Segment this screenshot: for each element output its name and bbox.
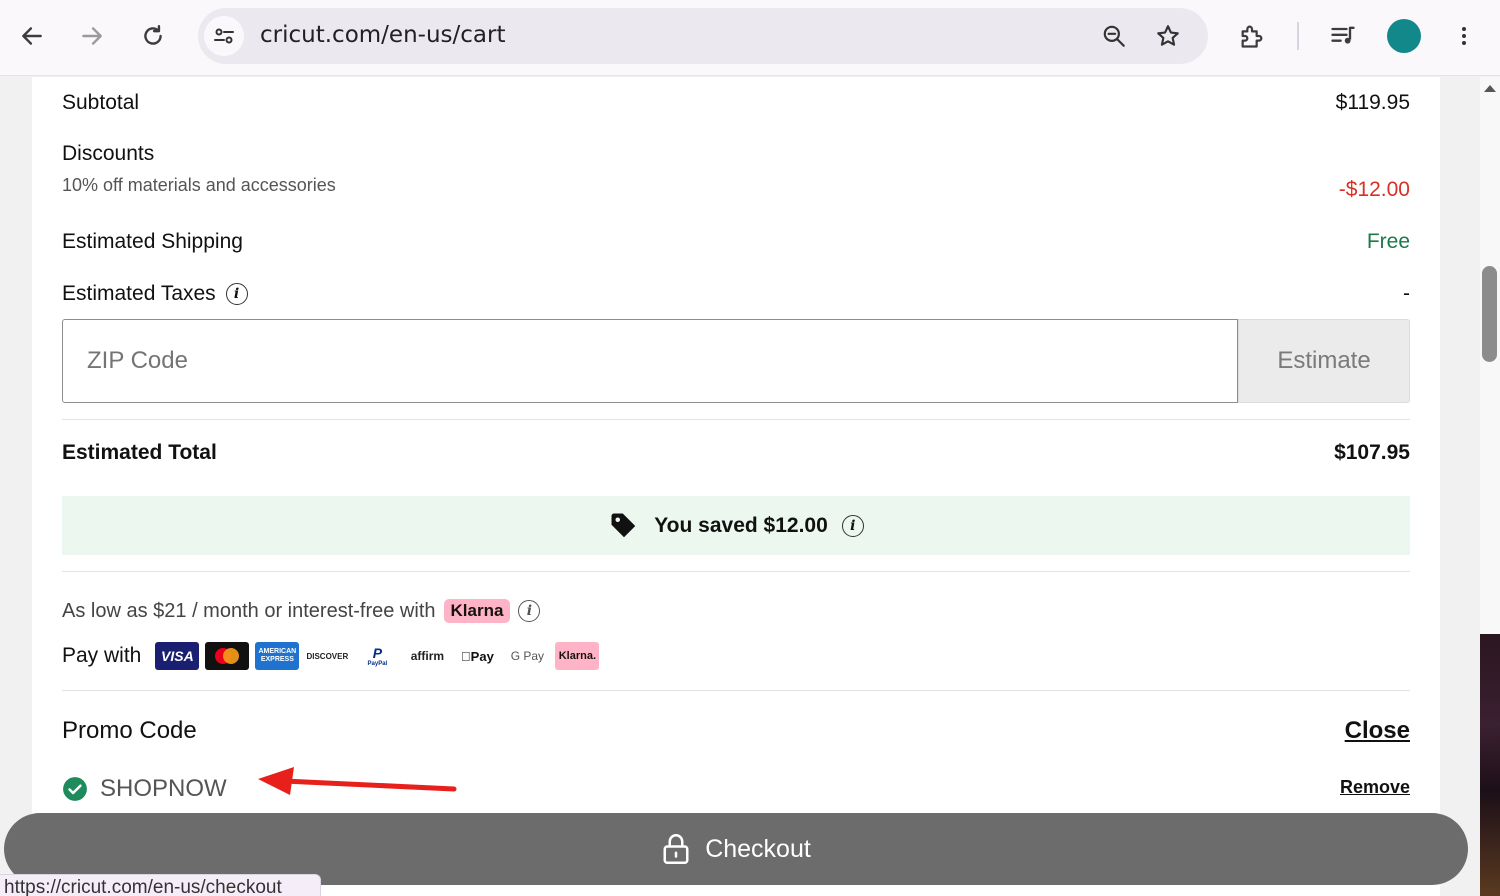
queue-music-icon (1331, 26, 1355, 44)
scroll-up-arrow-icon[interactable] (1483, 83, 1497, 93)
star-icon (1157, 25, 1179, 46)
pay-with-label: Pay with (62, 644, 142, 667)
estimate-button[interactable]: Estimate (1238, 319, 1410, 403)
promo-close-link[interactable]: Close (1345, 717, 1410, 745)
divider (62, 571, 1410, 572)
shipping-label: Estimated Shipping (62, 230, 243, 253)
shipping-value: Free (1366, 230, 1410, 253)
apple-icon:  (461, 649, 471, 664)
status-bar-url: https://cricut.com/en-us/checkout (0, 874, 321, 896)
browser-toolbar: cricut.com/en-us/cart (0, 0, 1500, 76)
address-bar[interactable]: cricut.com/en-us/cart (198, 8, 1208, 64)
site-info-button[interactable] (204, 16, 244, 56)
toolbar-divider (1297, 22, 1299, 50)
divider (62, 419, 1410, 420)
savings-text: You saved $12.00 (654, 513, 828, 537)
check-circle-icon (63, 777, 87, 801)
google-pay-logo: G Pay (505, 642, 550, 670)
browser-menu-button[interactable] (1444, 16, 1484, 56)
page-content: Subtotal $119.95 Discounts 10% off mater… (0, 77, 1480, 896)
savings-info-icon[interactable]: i (841, 514, 864, 537)
klarna-pay-logo: Klarna. (555, 642, 600, 670)
divider (62, 690, 1410, 691)
zoom-button[interactable] (1098, 20, 1130, 52)
arrow-left-icon (22, 27, 42, 45)
price-tag-icon (611, 513, 636, 537)
discover-logo: DISCOVER (305, 642, 350, 670)
annotation-arrow (258, 767, 457, 795)
mastercard-logo (205, 642, 250, 670)
checkout-label: Checkout (705, 834, 811, 863)
payment-methods-row: Pay with VISA AMERICAN EXPRESS DISCOVER … (62, 641, 600, 671)
promo-code-text: SHOPNOW (100, 775, 227, 802)
reload-button[interactable] (133, 16, 173, 56)
applied-promo: SHOPNOW (62, 775, 227, 803)
extensions-button[interactable] (1232, 16, 1272, 56)
forward-button[interactable] (72, 16, 112, 56)
more-vertical-icon (1462, 27, 1466, 45)
scrollbar-thumb[interactable] (1482, 266, 1497, 362)
zip-code-input[interactable] (62, 319, 1238, 403)
affirm-logo: affirm (405, 642, 450, 670)
total-label: Estimated Total (62, 441, 217, 464)
total-value: $107.95 (1334, 441, 1410, 464)
zoom-icon (1103, 25, 1125, 47)
reload-icon (144, 25, 162, 45)
financing-info-icon[interactable]: i (518, 600, 541, 622)
taxes-row-label: Estimated Taxes i (62, 282, 248, 306)
puzzle-icon (1241, 25, 1263, 48)
lock-icon (663, 834, 689, 864)
subtotal-value: $119.95 (1335, 91, 1410, 114)
profile-avatar[interactable] (1387, 19, 1421, 53)
url-text[interactable]: cricut.com/en-us/cart (260, 22, 505, 48)
arrow-right-icon (82, 27, 102, 45)
subtotal-label: Subtotal (62, 91, 140, 114)
amex-logo: AMERICAN EXPRESS (255, 642, 300, 670)
paypal-logo: P PayPal (355, 642, 400, 670)
bookmark-button[interactable] (1152, 20, 1184, 52)
financing-row: As low as $21 / month or interest-free w… (62, 599, 541, 623)
savings-banner: You saved $12.00 i (62, 496, 1410, 555)
mastercard-circles-icon (215, 648, 240, 664)
remove-promo-link[interactable]: Remove (1340, 777, 1410, 798)
side-image (1480, 634, 1500, 896)
discounts-label: Discounts (62, 142, 155, 165)
apple-pay-logo: Pay (455, 642, 500, 670)
tune-icon (214, 28, 234, 44)
media-controls-button[interactable] (1323, 16, 1363, 56)
visa-logo: VISA (155, 642, 200, 670)
taxes-value: - (1403, 282, 1410, 305)
discounts-detail: 10% off materials and accessories (62, 175, 336, 195)
info-icon[interactable]: i (225, 283, 248, 306)
back-button[interactable] (12, 16, 52, 56)
discounts-value: -$12.00 (1338, 178, 1410, 201)
taxes-label: Estimated Taxes (62, 282, 216, 305)
promo-title: Promo Code (62, 717, 197, 744)
order-summary-card: Subtotal $119.95 Discounts 10% off mater… (32, 77, 1440, 896)
financing-text: As low as $21 / month or interest-free w… (62, 599, 436, 622)
klarna-logo: Klarna (443, 599, 511, 623)
